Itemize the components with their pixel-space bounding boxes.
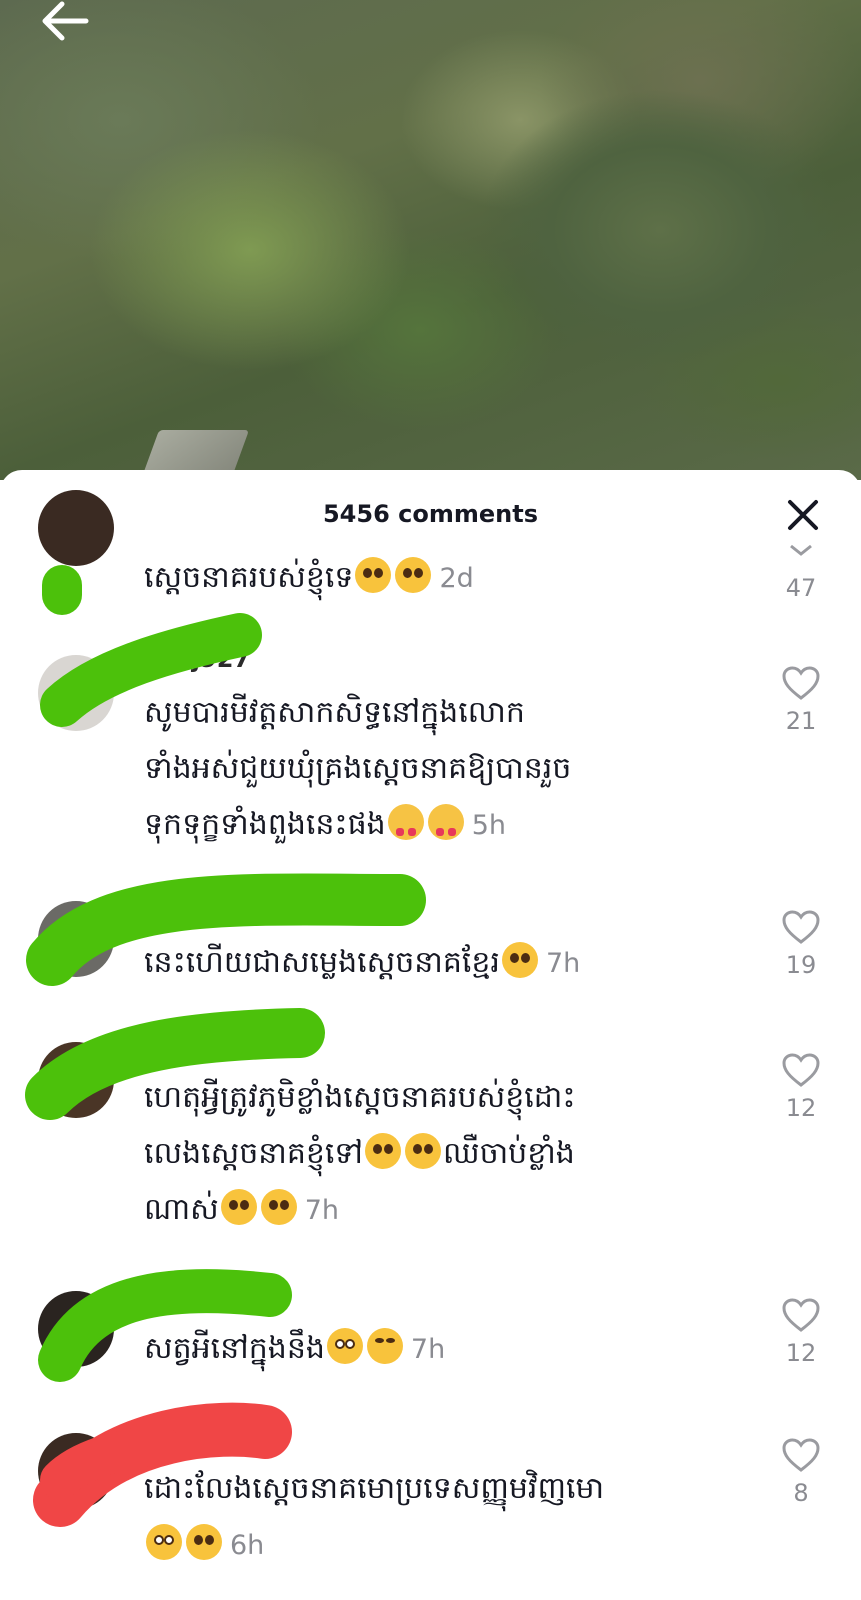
smiling-hearts-emoji-icon	[427, 804, 464, 840]
like-button[interactable]: 12	[766, 1297, 836, 1367]
comment-line: ទុកទុក្ខទាំងពួងនេះផង	[144, 807, 386, 842]
pleading-emoji-icon	[355, 557, 392, 593]
comment-body: ដោះលែងស្តេចនាគមោប្រទេសញ្ញុមវិញមោ	[144, 1471, 605, 1506]
comment-time: 7h	[410, 1334, 446, 1365]
comment-text: សត្វអីនៅក្នុងនឹង 7h	[144, 1321, 704, 1378]
pleading-emoji-icon	[395, 557, 432, 593]
heart-outline-icon	[782, 1053, 820, 1087]
avatar[interactable]	[38, 490, 114, 566]
comment-text: ដោះលែងស្តេចនាគមោប្រទេសញ្ញុមវិញមោ 6h	[144, 1461, 704, 1574]
comment-item: ស្តេចនាគរបស់ខ្ញុំទេ 2d 47	[0, 490, 861, 610]
avatar[interactable]	[38, 1042, 114, 1118]
comment-item: cuilj927 សូមបារមីវត្តសាកសិទ្ធនៅក្នុងលោក …	[0, 635, 861, 865]
heart-outline-icon	[782, 1298, 820, 1332]
comment-time: 2d	[439, 563, 474, 594]
comment-body: សត្វអីនៅក្នុងនឹង	[144, 1331, 325, 1366]
like-count: 12	[785, 1094, 817, 1122]
pleading-emoji-icon	[405, 1133, 441, 1169]
chevron-down-icon	[790, 544, 812, 556]
grin-emoji-icon	[366, 1328, 403, 1364]
smiling-hearts-emoji-icon	[387, 804, 424, 840]
like-count: 12	[785, 1339, 817, 1367]
comment-line: ទាំងអស់ជួយឃុំគ្រងស្តេចនាគឱ្យបានរួច	[144, 751, 572, 786]
comment-item: myn សត្វអីនៅក្នុងនឹង 7h 12	[0, 1285, 861, 1395]
heart-outline-icon	[782, 1438, 820, 1472]
comment-time: 5h	[471, 810, 506, 841]
arrow-left-icon	[42, 1, 89, 41]
flushed-emoji-icon	[326, 1328, 363, 1364]
comment-line: ណាស់	[144, 1192, 219, 1227]
like-button[interactable]: 47	[766, 544, 836, 602]
video-background[interactable]	[0, 0, 861, 480]
pleading-emoji-icon	[365, 1133, 401, 1169]
like-button[interactable]: 19	[766, 909, 836, 979]
comment-text: ហេតុអ្វីត្រូវភូមិខ្លាំងស្តេចនាគរបស់ខ្ញុំ…	[144, 1070, 704, 1239]
comment-body: ស្តេចនាគរបស់ខ្ញុំទេ	[144, 560, 354, 595]
like-count: 19	[785, 951, 817, 979]
comment-time: 6h	[230, 1530, 265, 1561]
avatar[interactable]	[38, 1433, 114, 1509]
comment-username[interactable]: ...	[144, 1425, 171, 1453]
heart-outline-icon	[782, 910, 820, 944]
comment-text: ស្តេចនាគរបស់ខ្ញុំទេ 2d	[144, 550, 704, 607]
comment-line: សូមបារមីវត្តសាកសិទ្ធនៅក្នុងលោក	[144, 695, 525, 730]
like-count: 21	[785, 707, 817, 735]
pleading-emoji-icon	[186, 1524, 222, 1560]
comment-item: sotheak... នេះហើយជាសម្លេងស្តេចនាគខ្មែរ 7h…	[0, 895, 861, 1005]
back-button[interactable]	[36, 0, 92, 44]
heart-outline-icon	[782, 666, 820, 700]
comment-line-tail: ឈឺចាប់ខ្លាំង	[443, 1136, 575, 1171]
pleading-emoji-icon	[220, 1189, 257, 1225]
comment-line: ហេតុអ្វីត្រូវភូមិខ្លាំងស្តេចនាគរបស់ខ្ញុំ…	[144, 1080, 576, 1115]
comment-username[interactable]: cuilj927	[144, 645, 250, 673]
avatar[interactable]	[38, 655, 114, 731]
comment-time: 7h	[304, 1195, 340, 1226]
comment-line: លេងស្តេចនាគខ្ញុំទៅ	[144, 1136, 363, 1171]
comment-time: 7h	[545, 948, 581, 979]
comment-text: នេះហើយជាសម្លេងស្តេចនាគខ្មែរ 7h	[144, 935, 704, 992]
comment-item: ... ដោះលែងស្តេចនាគមោប្រទេសញ្ញុមវិញមោ 6h …	[0, 1425, 861, 1595]
comment-item: ហេតុអ្វីត្រូវភូមិខ្លាំងស្តេចនាគរបស់ខ្ញុំ…	[0, 1040, 861, 1270]
avatar[interactable]	[38, 1291, 114, 1367]
like-count: 47	[785, 574, 817, 602]
pleading-emoji-icon	[260, 1189, 297, 1225]
comment-body: នេះហើយជាសម្លេងស្តេចនាគខ្មែរ	[144, 945, 500, 980]
like-button[interactable]: 8	[766, 1437, 836, 1507]
like-button[interactable]: 21	[766, 665, 836, 735]
comment-username[interactable]: sotheak...	[144, 901, 279, 929]
pleading-emoji-icon	[501, 942, 538, 978]
like-button[interactable]: 12	[766, 1052, 836, 1122]
flushed-emoji-icon	[146, 1524, 182, 1560]
like-count: 8	[793, 1479, 809, 1507]
comment-username[interactable]: myn	[144, 1287, 202, 1315]
comments-sheet: 5456 comments ស្តេចនាគរបស់ខ្ញុំទេ 2d 47 c…	[0, 470, 861, 1600]
comment-text: សូមបារមីវត្តសាកសិទ្ធនៅក្នុងលោក ទាំងអស់ជួ…	[144, 685, 704, 854]
avatar[interactable]	[38, 901, 114, 977]
